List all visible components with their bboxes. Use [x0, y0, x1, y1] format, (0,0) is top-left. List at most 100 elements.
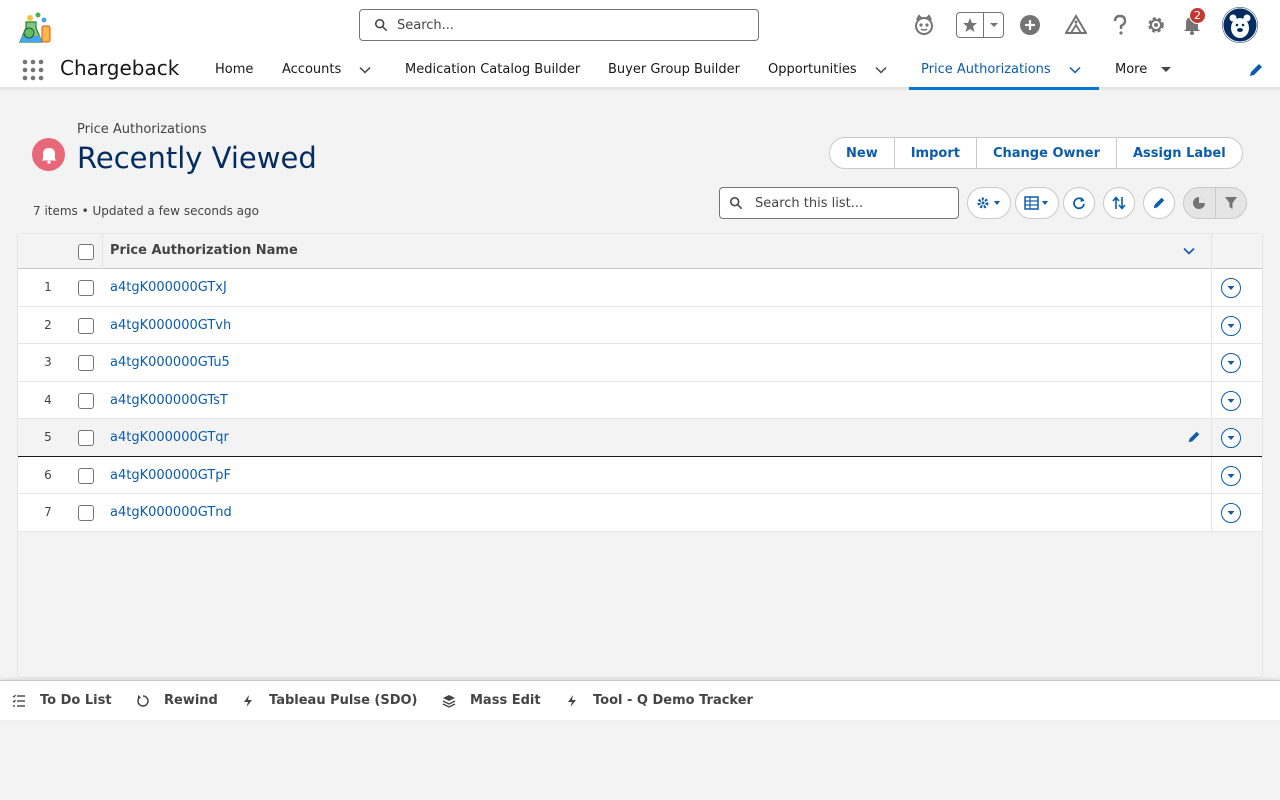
agent-icon[interactable] [911, 12, 937, 38]
assign-label-button[interactable]: Assign Label [1115, 138, 1242, 168]
gear-icon [977, 197, 1000, 209]
table-row: 3 a4tgK000000GTu5 [18, 344, 1262, 382]
column-divider [1211, 344, 1212, 381]
nav-item-accounts[interactable]: Accounts [282, 62, 341, 77]
caret-down-icon[interactable] [1159, 63, 1173, 77]
list-action-buttons: New Import Change Owner Assign Label [829, 137, 1243, 169]
table-row: 4 a4tgK000000GTsT [18, 381, 1262, 419]
inline-edit-pencil-icon[interactable] [1187, 430, 1201, 444]
table-cell [102, 456, 1212, 493]
utility-item-label: Mass Edit [470, 693, 541, 708]
record-link[interactable]: a4tgK000000GTnd [110, 505, 232, 520]
record-link[interactable]: a4tgK000000GTpF [110, 468, 231, 483]
column-divider [1211, 234, 1212, 269]
table-row: 6 a4tgK000000GTpF [18, 456, 1262, 494]
app-logo[interactable] [16, 8, 56, 46]
utility-item-to-do-list[interactable]: To Do List [12, 693, 112, 708]
global-search-input[interactable]: Search... [359, 9, 759, 41]
row-action-menu-icon[interactable] [1221, 315, 1241, 336]
app-launcher-icon[interactable] [22, 59, 44, 81]
edit-nav-pencil-icon[interactable] [1248, 62, 1264, 78]
table-row: 1 a4tgK000000GTxJ [18, 269, 1262, 307]
utility-item-label: To Do List [40, 693, 112, 708]
settings-gear-icon[interactable] [1143, 12, 1169, 38]
refresh-icon [1073, 197, 1085, 210]
list-view-title[interactable]: Recently Viewed [77, 141, 317, 175]
column-divider [1211, 419, 1212, 456]
chevron-down-icon[interactable] [358, 63, 372, 77]
help-icon[interactable] [1107, 12, 1133, 38]
row-number: 1 [44, 280, 52, 294]
table-row: 7 a4tgK000000GTnd [18, 494, 1262, 532]
list-settings-button[interactable] [967, 187, 1011, 219]
refresh-button[interactable] [1063, 187, 1095, 219]
row-checkbox[interactable] [78, 467, 94, 484]
nav-item-opportunities[interactable]: Opportunities [768, 62, 857, 77]
global-search-placeholder: Search... [397, 17, 455, 33]
record-link[interactable]: a4tgK000000GTqr [110, 430, 229, 445]
inline-edit-button[interactable] [1143, 187, 1175, 219]
record-link[interactable]: a4tgK000000GTu5 [110, 355, 230, 370]
record-link[interactable]: a4tgK000000GTvh [110, 318, 231, 333]
row-action-menu-icon[interactable] [1221, 353, 1241, 373]
record-link[interactable]: a4tgK000000GTsT [110, 393, 228, 408]
nav-item-more[interactable]: More [1115, 62, 1147, 77]
list-search-input[interactable]: Search this list... [719, 187, 959, 219]
global-header: Search... 2 [0, 0, 1280, 50]
row-checkbox[interactable] [78, 317, 94, 334]
chevron-down-icon[interactable] [874, 63, 888, 77]
row-checkbox[interactable] [78, 392, 94, 409]
display-as-table-button[interactable] [1015, 187, 1059, 219]
chart-icon[interactable] [1184, 188, 1215, 218]
utility-item-label: Rewind [164, 693, 218, 708]
global-add-icon[interactable] [1017, 12, 1043, 38]
price-authorization-object-icon [32, 138, 65, 171]
row-number: 5 [44, 430, 52, 444]
chevron-down-icon[interactable] [1182, 244, 1196, 258]
record-link[interactable]: a4tgK000000GTxJ [110, 280, 227, 295]
table-icon [1024, 196, 1048, 210]
row-checkbox[interactable] [78, 280, 94, 296]
chevron-down-icon[interactable] [1068, 63, 1082, 77]
row-number: 2 [44, 317, 52, 332]
utility-item-demo-tracker[interactable]: Tool - Q Demo Tracker [565, 693, 753, 708]
row-action-menu-icon[interactable] [1221, 278, 1241, 298]
new-button[interactable]: New [830, 138, 894, 168]
utility-item-mass-edit[interactable]: Mass Edit [442, 693, 541, 708]
select-all-checkbox[interactable] [78, 244, 94, 260]
star-icon[interactable] [957, 13, 983, 37]
change-owner-button[interactable]: Change Owner [975, 138, 1116, 168]
lightning-icon [244, 694, 252, 707]
table-cell [102, 494, 1212, 531]
user-avatar[interactable] [1222, 7, 1258, 43]
column-header-price-authorization-name[interactable]: Price Authorization Name [110, 243, 298, 258]
app-name: Chargeback [60, 56, 180, 80]
row-action-menu-icon[interactable] [1221, 465, 1241, 486]
row-checkbox[interactable] [78, 430, 94, 446]
import-button[interactable]: Import [893, 138, 976, 168]
row-checkbox[interactable] [78, 355, 94, 371]
list-search-placeholder: Search this list... [755, 195, 864, 211]
sort-button[interactable] [1103, 187, 1135, 219]
favorites-dropdown-icon[interactable] [983, 13, 1003, 37]
table-row: 2 a4tgK000000GTvh [18, 306, 1262, 344]
row-checkbox[interactable] [78, 505, 94, 521]
utility-item-tableau-pulse[interactable]: Tableau Pulse (SDO) [241, 693, 418, 708]
nav-item-price-authorizations[interactable]: Price Authorizations [921, 62, 1051, 77]
sort-icon [1112, 196, 1126, 210]
utility-item-label: Tool - Q Demo Tracker [593, 693, 753, 708]
nav-item-buyer-group-builder[interactable]: Buyer Group Builder [608, 62, 740, 77]
filter-icon[interactable] [1214, 188, 1247, 218]
column-divider [1211, 456, 1212, 493]
pencil-icon [1153, 197, 1165, 209]
nav-item-home[interactable]: Home [215, 62, 253, 77]
app-nav-bar: Chargeback Home Accounts Medication Cata… [0, 50, 1280, 90]
row-action-menu-icon[interactable] [1221, 428, 1241, 448]
nav-item-medication-catalog-builder[interactable]: Medication Catalog Builder [405, 62, 580, 77]
column-divider [1211, 306, 1212, 343]
row-action-menu-icon[interactable] [1221, 503, 1241, 523]
row-action-menu-icon[interactable] [1221, 390, 1241, 411]
utility-item-rewind[interactable]: Rewind [136, 693, 218, 708]
trailhead-icon[interactable] [1063, 12, 1089, 38]
search-icon [374, 18, 388, 32]
